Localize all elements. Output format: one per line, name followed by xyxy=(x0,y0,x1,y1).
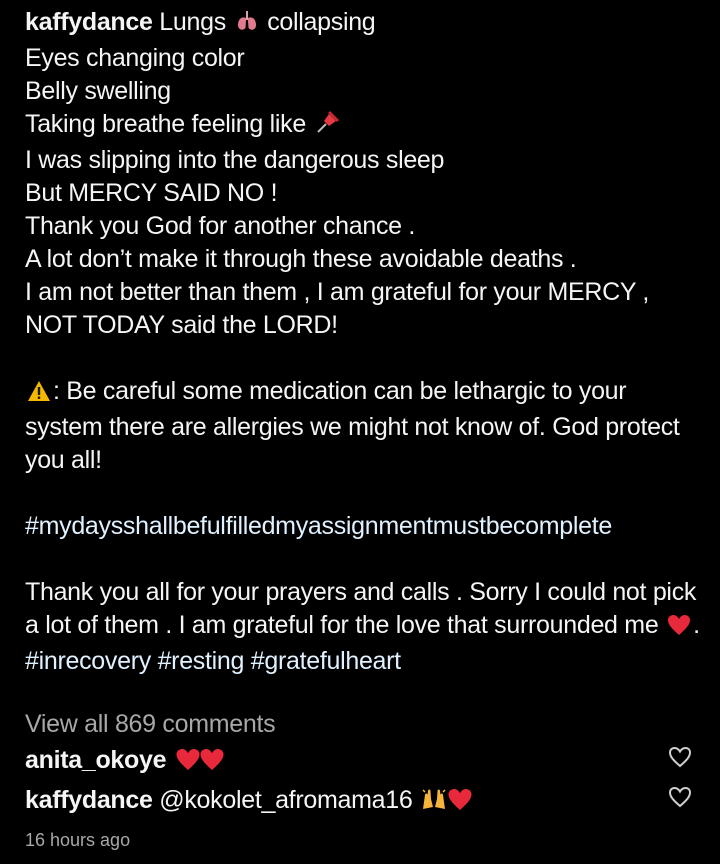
pushpin-emoji xyxy=(315,109,341,144)
hashtags-line[interactable]: #inrecovery #resting #gratefulheart xyxy=(25,645,705,678)
caption-text: Taking breathe feeling like xyxy=(25,110,306,138)
caption-line: I am not better than them , I am gratefu… xyxy=(25,278,650,339)
warning-text: : Be careful some medication can be leth… xyxy=(25,377,680,474)
red-heart-emoji xyxy=(175,747,201,780)
lungs-emoji xyxy=(235,9,259,42)
caption-text: collapsing xyxy=(267,8,376,36)
caption-line: Eyes changing color xyxy=(25,44,245,72)
thanks-text: Thank you all for your prayers and calls… xyxy=(25,578,697,639)
caption-line: Thank you God for another chance . xyxy=(25,212,416,240)
thanks-paragraph: Thank you all for your prayers and calls… xyxy=(25,576,705,645)
caption-line: But MERCY SAID NO ! xyxy=(25,179,278,207)
caption-line: I was slipping into the dangerous sleep xyxy=(25,146,445,174)
caption-text: Lungs xyxy=(159,8,226,36)
red-heart-emoji xyxy=(199,747,225,780)
hashtag-link[interactable]: #mydaysshallbefulfilledmyassignmentmustb… xyxy=(25,510,705,543)
warning-emoji xyxy=(27,378,51,411)
view-all-comments-link[interactable]: View all 869 comments xyxy=(25,708,276,741)
red-heart-emoji xyxy=(667,612,691,645)
comment-row: anita_okoye xyxy=(25,744,227,780)
caption-username[interactable]: kaffydance xyxy=(25,8,153,36)
comment-text[interactable]: @kokolet_afromama16 xyxy=(159,786,412,814)
raising-hands-emoji xyxy=(421,787,447,820)
caption-line-1: kaffydance Lungs collapsing xyxy=(25,6,705,42)
caption-line: Taking breathe feeling like xyxy=(25,108,705,144)
comment-username[interactable]: kaffydance xyxy=(25,786,153,814)
red-heart-emoji xyxy=(447,787,473,820)
like-comment-icon[interactable] xyxy=(668,746,692,768)
comment-username[interactable]: anita_okoye xyxy=(25,746,167,774)
thanks-end: . xyxy=(693,611,700,639)
like-comment-icon[interactable] xyxy=(668,786,692,808)
post-caption: kaffydance Lungs collapsing Eyes changin… xyxy=(25,6,705,678)
warning-paragraph: : Be careful some medication can be leth… xyxy=(25,375,705,477)
caption-line: A lot don’t make it through these avoida… xyxy=(25,245,577,273)
comment-row: kaffydance @kokolet_afromama16 xyxy=(25,784,475,820)
caption-line: Belly swelling xyxy=(25,77,171,105)
post-timestamp: 16 hours ago xyxy=(25,830,131,850)
post-caption-screen: kaffydance Lungs collapsing Eyes changin… xyxy=(0,0,720,864)
